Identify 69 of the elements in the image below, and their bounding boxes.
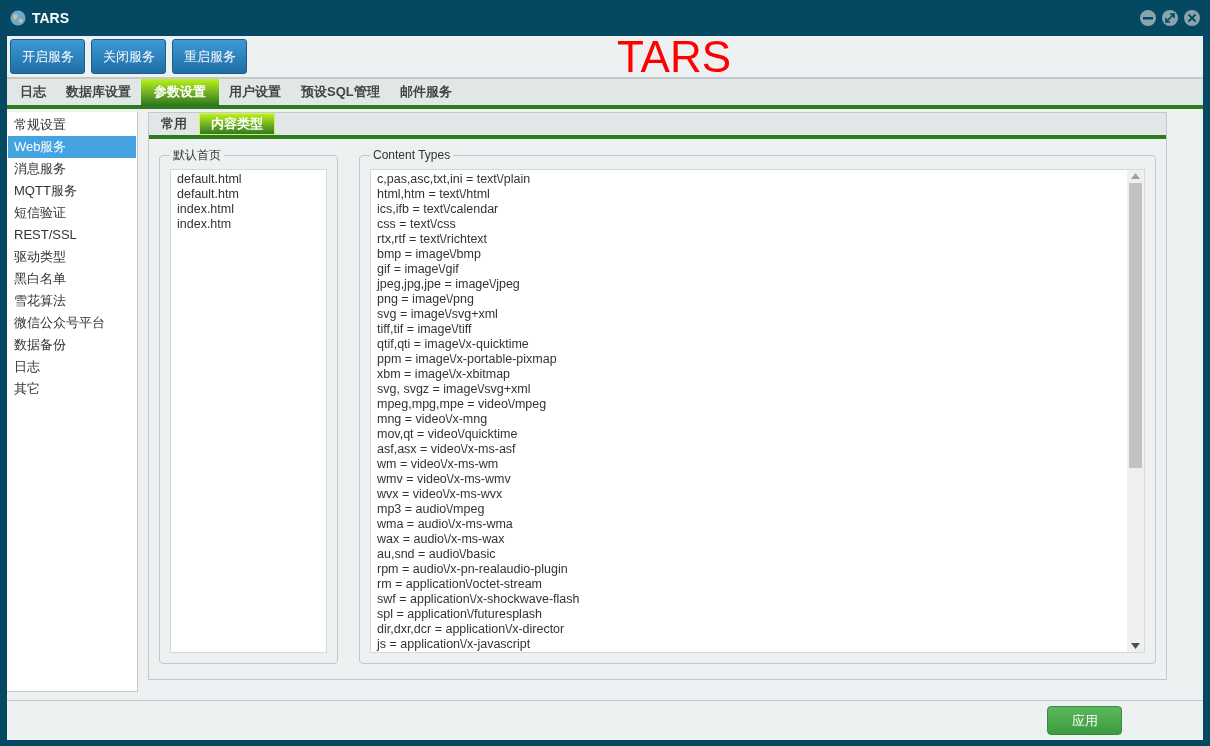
text-line: wmv = video\/x-ms-wmv [377, 471, 512, 487]
subtab[interactable]: 常用 [152, 113, 196, 135]
list-item[interactable]: default.html [177, 171, 320, 187]
text-line: svg = image\/svg+xml [377, 306, 499, 322]
sidebar-item[interactable]: 日志 [8, 356, 136, 378]
text-line: ics,ifb = text\/calendar [377, 201, 500, 217]
text-line: gif = image\/gif [377, 261, 460, 277]
toolbar-button[interactable]: 关闭服务 [91, 39, 166, 74]
scrollbar[interactable] [1127, 169, 1144, 652]
list-item[interactable]: index.html [177, 201, 320, 217]
sidebar-item[interactable]: 驱动类型 [8, 246, 136, 268]
text-line: asf,asx = video\/x-ms-asf [377, 441, 517, 457]
text-line: rpm = audio\/x-pn-realaudio-plugin [377, 561, 569, 577]
scroll-up-icon[interactable] [1131, 172, 1140, 179]
sidebar-item[interactable]: 雪花算法 [8, 290, 136, 312]
text-line: jpeg,jpg,jpe = image\/jpeg [377, 276, 521, 292]
text-line: swf = application\/x-shockwave-flash [377, 591, 581, 607]
sidebar-item[interactable]: REST/SSL [8, 224, 136, 246]
text-line: rtx,rtf = text\/richtext [377, 231, 489, 247]
text-line: wm = video\/x-ms-wm [377, 456, 500, 472]
text-line: svg, svgz = image\/svg+xml [377, 381, 532, 397]
text-line: mng = video\/x-mng [377, 411, 489, 427]
scroll-thumb[interactable] [1129, 182, 1142, 468]
globe-icon [10, 10, 26, 26]
sidebar-item[interactable]: 微信公众号平台 [8, 312, 136, 334]
tab[interactable]: 预设SQL管理 [291, 79, 390, 105]
text-line: qtif,qti = image\/x-quicktime [377, 336, 530, 352]
text-line: mp3 = audio\/mpeg [377, 501, 486, 517]
text-line: css = text\/css [377, 216, 457, 232]
window-title: TARS [32, 8, 70, 28]
text-line: rm = application\/octet-stream [377, 576, 543, 592]
maximize-icon[interactable] [1162, 10, 1178, 26]
text-line: ppm = image\/x-portable-pixmap [377, 351, 558, 367]
text-line: mpeg,mpg,mpe = video\/mpeg [377, 396, 548, 412]
sidebar-item[interactable]: 常规设置 [8, 114, 136, 136]
tab[interactable]: 邮件服务 [389, 79, 462, 105]
text-line: mov,qt = video\/quicktime [377, 426, 519, 442]
tab[interactable]: 数据库设置 [56, 79, 141, 105]
text-line: spl = application\/futuresplash [377, 606, 544, 622]
text-line: tiff,tif = image\/tiff [377, 321, 473, 337]
text-line: js = application\/x-javascript [377, 636, 532, 652]
text-line: html,htm = text\/html [377, 186, 491, 202]
list-box[interactable]: default.html default.htm index.html index.htm [170, 168, 327, 653]
sidebar-item[interactable]: 短信验证 [8, 202, 136, 224]
text-line: wma = audio\/x-ms-wma [377, 516, 514, 532]
text-line: wax = audio\/x-ms-wax [377, 531, 506, 547]
close-icon[interactable] [1184, 10, 1200, 26]
sidebar-item[interactable]: 黑白名单 [8, 268, 136, 290]
list-item[interactable]: default.htm [177, 186, 320, 202]
minimize-icon[interactable] [1140, 10, 1156, 26]
text-line: xbm = image\/x-xbitmap [377, 366, 512, 382]
text-line: c,pas,asc,txt,ini = text\/plain [377, 171, 532, 187]
text-line: wvx = video\/x-ms-wvx [377, 486, 504, 502]
text-line: png = image\/png [377, 291, 475, 307]
sidebar-item[interactable]: 其它 [8, 378, 136, 400]
toolbar-button[interactable]: 重启服务 [172, 39, 247, 74]
group-title: 默认首页 [170, 146, 224, 163]
sidebar-item[interactable]: MQTT服务 [8, 180, 136, 202]
scroll-down-icon[interactable] [1131, 642, 1140, 649]
sidebar-item[interactable]: 消息服务 [8, 158, 136, 180]
sidebar-item[interactable]: 数据备份 [8, 334, 136, 356]
tab[interactable]: 日志 [10, 79, 56, 105]
toolbar-button[interactable]: 开启服务 [10, 39, 85, 74]
text-line: au,snd = audio\/basic [377, 546, 497, 562]
list-item[interactable]: index.htm [177, 216, 320, 232]
text-line: bmp = image\/bmp [377, 246, 482, 262]
app-logo: TARS [617, 34, 732, 80]
text-line: dir,dxr,dcr = application\/x-director [377, 621, 566, 637]
tab[interactable]: 用户设置 [219, 79, 291, 105]
